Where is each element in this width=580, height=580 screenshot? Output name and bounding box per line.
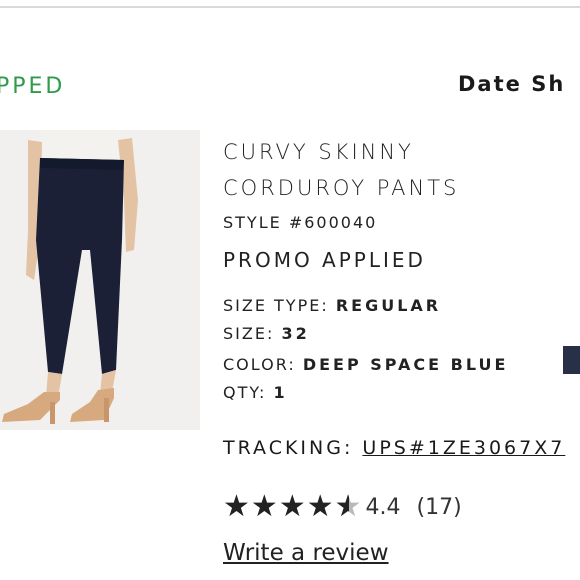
date-shipped-label: Date Sh	[458, 72, 566, 96]
top-divider	[0, 6, 580, 8]
size-row: SIZE: 32	[223, 324, 310, 343]
size-type-value: REGULAR	[335, 296, 442, 315]
size-type-row: SIZE TYPE: REGULAR	[223, 296, 441, 315]
tracking-row: TRACKING: UPS#1ZE3067X7	[223, 437, 565, 459]
star-icon: ★	[223, 489, 250, 524]
product-name-line1: CURVY SKINNY	[223, 140, 414, 164]
star-icon: ★	[250, 489, 278, 524]
qty-label: QTY:	[223, 383, 267, 402]
tracking-label: TRACKING:	[223, 437, 354, 459]
rating-value: 4.4	[365, 494, 401, 520]
size-value: 32	[281, 324, 310, 343]
star-rating: ★ ★ ★ ★ ★ ★	[223, 492, 362, 522]
star-icon: ★	[306, 489, 334, 524]
color-label: COLOR:	[223, 355, 296, 374]
size-label: SIZE:	[223, 324, 275, 343]
promo-applied: PROMO APPLIED	[223, 248, 426, 272]
star-icon: ★	[278, 489, 306, 524]
color-swatch	[563, 346, 580, 374]
half-star-icon: ★ ★	[334, 489, 362, 524]
product-photo-illustration	[0, 130, 200, 430]
write-review-link[interactable]: Write a review	[223, 540, 389, 566]
rating-row: ★ ★ ★ ★ ★ ★ 4.4 (17)	[223, 492, 462, 522]
order-status: PPED	[0, 74, 66, 99]
review-count[interactable]: (17)	[417, 495, 462, 520]
qty-value: 1	[273, 383, 288, 402]
product-name: CURVY SKINNY CORDUROY PANTS	[223, 134, 459, 206]
size-type-label: SIZE TYPE:	[223, 296, 329, 315]
style-number: STYLE #600040	[223, 213, 378, 232]
color-row: COLOR: DEEP SPACE BLUE	[223, 355, 508, 374]
product-name-line2: CORDUROY PANTS	[223, 176, 460, 200]
color-value: DEEP SPACE BLUE	[302, 355, 509, 374]
tracking-link[interactable]: UPS#1ZE3067X7	[362, 437, 565, 459]
product-image[interactable]	[0, 130, 200, 430]
qty-row: QTY: 1	[223, 383, 288, 402]
